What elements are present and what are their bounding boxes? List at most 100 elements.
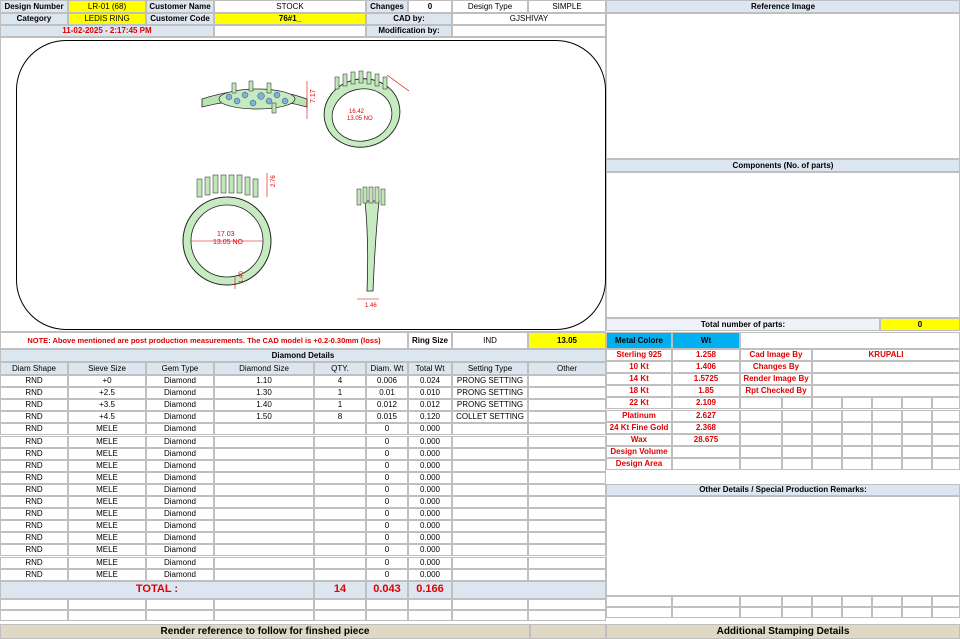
blank-cell xyxy=(902,607,932,618)
diamond-cell: RND xyxy=(0,532,68,545)
diamond-cell xyxy=(452,471,528,484)
diamond-cell xyxy=(528,471,606,484)
diamond-cell: 0.024 xyxy=(408,375,452,388)
diamond-cell xyxy=(528,375,606,388)
metal-wt: 1.258 xyxy=(672,349,740,362)
category-value: LEDIS RING xyxy=(68,13,146,25)
diamond-cell xyxy=(528,544,606,557)
diamond-cell: RND xyxy=(0,411,68,424)
diamond-cell: MELE xyxy=(68,483,146,496)
diamond-cell: PRONG SETTING xyxy=(452,399,528,412)
category-label: Category xyxy=(0,13,68,25)
blank-cell xyxy=(782,421,812,434)
diamond-cell: +3.5 xyxy=(68,399,146,412)
blank-cell xyxy=(214,25,366,37)
diamond-cell xyxy=(452,556,528,569)
dim-height-label: 2.76 xyxy=(271,175,277,187)
blank-cell xyxy=(842,607,872,618)
metal-name: Design Area xyxy=(606,457,672,470)
diamond-cell: Diamond xyxy=(146,375,214,388)
diamond-cell: 0.000 xyxy=(408,423,452,436)
blank-cell xyxy=(842,457,872,470)
modification-value xyxy=(452,25,606,37)
blank-cell xyxy=(530,624,606,639)
diamond-cell xyxy=(452,544,528,557)
blank-cell xyxy=(146,609,214,621)
blank-cell xyxy=(782,397,812,410)
total-qty: 14 xyxy=(314,580,366,599)
blank-cell xyxy=(842,421,872,434)
ring-drawing: 7.17 16.42 13.05 NO 17.03 13.05 NO 2.76 … xyxy=(182,70,410,309)
blank-cell xyxy=(68,598,146,610)
blank-cell xyxy=(314,598,366,610)
diamond-cell xyxy=(528,508,606,521)
diamond-header: Gem Type xyxy=(146,362,214,375)
blank-cell xyxy=(932,397,960,410)
diamond-cell xyxy=(528,459,606,472)
blank-cell xyxy=(842,433,872,446)
blank-cell xyxy=(902,421,932,434)
blank-cell xyxy=(452,598,528,610)
diamond-cell: 0 xyxy=(366,471,408,484)
diamond-cell: Diamond xyxy=(146,556,214,569)
diamond-cell: MELE xyxy=(68,435,146,448)
blank-cell xyxy=(782,607,812,618)
blank-cell xyxy=(740,332,960,349)
metal-wt: 2.368 xyxy=(672,421,740,434)
diamond-cell xyxy=(452,459,528,472)
blank-cell xyxy=(452,580,606,599)
blank-cell xyxy=(606,596,672,607)
blank-cell xyxy=(932,607,960,618)
diamond-cell: 0 xyxy=(366,459,408,472)
diamond-cell: RND xyxy=(0,387,68,400)
diamond-cell: MELE xyxy=(68,471,146,484)
diamond-cell xyxy=(314,556,366,569)
blank-cell xyxy=(872,445,902,458)
diamond-cell: 0 xyxy=(366,447,408,460)
blank-cell xyxy=(812,397,842,410)
diamond-cell: 0.000 xyxy=(408,508,452,521)
diamond-cell xyxy=(528,435,606,448)
diamond-cell xyxy=(452,568,528,581)
diamond-cell: Diamond xyxy=(146,387,214,400)
blank-cell xyxy=(872,433,902,446)
blank-cell xyxy=(932,433,960,446)
blank-cell xyxy=(408,609,452,621)
total-label: TOTAL : xyxy=(0,580,314,599)
diamond-cell: 0.000 xyxy=(408,459,452,472)
diamond-cell: 0.01 xyxy=(366,387,408,400)
total-wt: 0.166 xyxy=(408,580,452,599)
diamond-cell: 1 xyxy=(314,387,366,400)
blank-cell xyxy=(872,457,902,470)
diamond-cell: PRONG SETTING xyxy=(452,375,528,388)
ring-size-system: IND xyxy=(452,332,528,349)
blank-cell xyxy=(842,397,872,410)
blank-cell xyxy=(902,457,932,470)
blank-cell xyxy=(872,596,902,607)
ring-front-view: 17.03 13.05 NO 2.76 1.40 xyxy=(182,173,277,289)
diamond-details-title: Diamond Details xyxy=(0,349,606,362)
ring-size-label: Ring Size xyxy=(408,332,452,349)
diamond-cell: RND xyxy=(0,375,68,388)
diamond-cell: 0.015 xyxy=(366,411,408,424)
blank-cell xyxy=(872,421,902,434)
credit-value xyxy=(812,361,960,374)
diamond-cell: RND xyxy=(0,544,68,557)
cad-by-label: CAD by: xyxy=(366,13,452,25)
diamond-cell xyxy=(452,447,528,460)
credit-value xyxy=(812,373,960,386)
blank-cell xyxy=(782,596,812,607)
diamond-cell: 1.30 xyxy=(214,387,314,400)
diamond-cell: MELE xyxy=(68,568,146,581)
other-details-title: Other Details / Special Production Remar… xyxy=(606,484,960,496)
ring-size-value: 13.05 xyxy=(528,332,606,349)
diamond-cell: 0 xyxy=(366,435,408,448)
diamond-cell xyxy=(528,447,606,460)
blank-cell xyxy=(842,445,872,458)
ring-side-view: 16.42 13.05 NO xyxy=(323,70,410,148)
diamond-cell xyxy=(214,496,314,509)
blank-cell xyxy=(872,607,902,618)
blank-cell xyxy=(528,609,606,621)
blank-cell xyxy=(314,609,366,621)
credit-label: Changes By xyxy=(740,361,812,374)
